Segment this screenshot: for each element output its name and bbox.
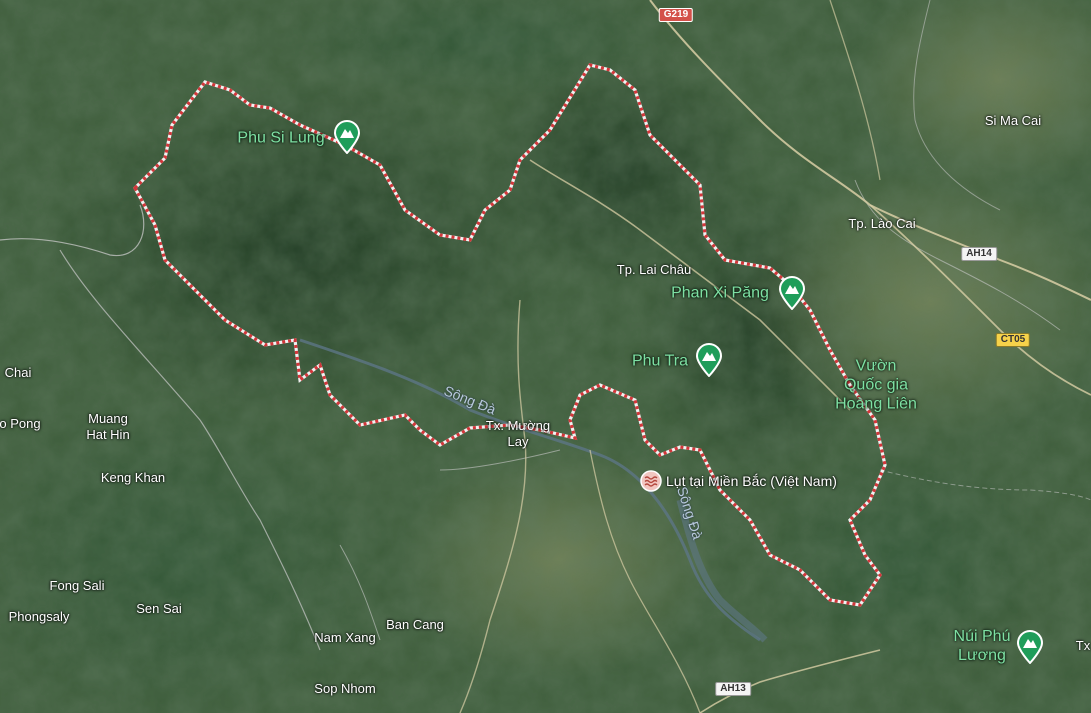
place-label-lai-chau[interactable]: Tp. Lai Châu (617, 262, 691, 278)
place-label-muong-lay[interactable]: Tx. Mường Lay (486, 418, 550, 450)
poi-label-flood[interactable]: Lụt tại Miền Bắc (Việt Nam) (666, 473, 837, 489)
place-label-lao-cai[interactable]: Tp. Lào Cai (848, 216, 915, 232)
place-label-fong-sali[interactable]: Fong Sali (50, 578, 105, 594)
place-label-nam-xang[interactable]: Nam Xang (314, 630, 375, 646)
road-shield-ah14: AH14 (961, 247, 997, 261)
place-label-sen-sai[interactable]: Sen Sai (136, 601, 182, 617)
mountain-pin-icon[interactable] (778, 276, 806, 310)
waves-icon[interactable] (640, 470, 662, 492)
place-label-chai[interactable]: Chai (5, 365, 32, 381)
road-shield-ct05: CT05 (995, 333, 1031, 347)
mountain-pin-icon[interactable] (695, 343, 723, 377)
park-label-hoang-lien[interactable]: Vườn Quốc gia Hoàng Liên (835, 357, 917, 414)
road-shield-g219: G219 (658, 8, 694, 22)
peak-label-nui-phu-luong[interactable]: Núi Phú Lương (954, 627, 1011, 665)
mountain-pin-icon[interactable] (333, 120, 361, 154)
place-label-phongsaly[interactable]: Phongsaly (9, 609, 70, 625)
peak-label-phan-xi-pang[interactable]: Phan Xi Păng (671, 284, 769, 303)
place-label-muang-hat-hin[interactable]: Muang Hat Hin (86, 411, 129, 443)
peak-label-phu-tra[interactable]: Phu Tra (632, 352, 688, 371)
place-label-pong[interactable]: o Pong (0, 416, 41, 432)
place-label-sima-cai[interactable]: Si Ma Cai (985, 113, 1041, 129)
place-label-keng-khan[interactable]: Keng Khan (101, 470, 165, 486)
road-shield-ah13: AH13 (715, 682, 751, 696)
place-label-ban-cang[interactable]: Ban Cang (386, 617, 444, 633)
place-label-tx-edge[interactable]: Tx (1076, 638, 1090, 654)
peak-label-phu-si-lung[interactable]: Phu Si Lung (237, 129, 324, 148)
mountain-pin-icon[interactable] (1016, 630, 1044, 664)
place-label-sop-nhom[interactable]: Sop Nhom (314, 681, 375, 697)
